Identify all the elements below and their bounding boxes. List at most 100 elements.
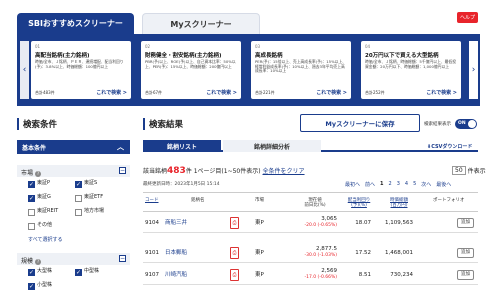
checkbox-size-mid[interactable]: ✓ 中型株 [75, 269, 99, 276]
cell-code: 9101 [145, 250, 159, 256]
checkbox-market-reit[interactable]: 東証REIT [28, 209, 58, 216]
page-5[interactable]: 5 [413, 181, 416, 188]
chevron-up-icon: ︿ [117, 143, 124, 151]
hits-prefix: 該当銘柄 [143, 168, 168, 175]
page-next[interactable]: 次へ [421, 181, 431, 188]
toggle-knob [468, 120, 476, 128]
page-first[interactable]: 最初へ [345, 181, 360, 188]
save-to-my-screener-button[interactable]: Myスクリーナーに保存 [300, 114, 420, 132]
help-icon[interactable]: ? [35, 259, 42, 265]
result-display-toggle[interactable]: ON [455, 119, 477, 129]
toggle-state: ON [458, 121, 466, 126]
card-count: 合計67件 [145, 90, 163, 95]
card-title: 高配当銘柄(主力銘柄) [35, 53, 90, 59]
card-title: 20万円以下で買える大型銘柄 [365, 53, 439, 59]
tab-stock-analysis[interactable]: 銘柄詳細分析 [223, 140, 321, 152]
checkbox-market-local[interactable]: 地方市場 [75, 209, 104, 216]
checkbox-market-prime[interactable]: ✓ 東証P [28, 181, 50, 188]
select-all-link[interactable]: すべて選択する [28, 236, 62, 243]
checkbox-box[interactable]: ✓ [28, 181, 35, 188]
pdf-icon[interactable]: ⎙ [230, 269, 239, 281]
checkbox-box[interactable]: ✓ [75, 269, 82, 276]
checkbox-size-small[interactable]: ✓ 小型株 [28, 283, 52, 290]
search-conditions-heading: 検索条件 [17, 118, 57, 130]
tab-stock-list[interactable]: 銘柄リスト [143, 140, 221, 152]
cell-market-cap: 1,109,563 [385, 220, 413, 226]
col-portfolio: ポートフォリオ [433, 198, 465, 203]
collapse-icon[interactable]: − [119, 255, 126, 262]
per-page-suffix: 件表示 [467, 168, 486, 175]
preset-card[interactable]: 03 高成長銘柄 PER(予)：15倍以上、売上高成長率(予)：15%以上、経常… [251, 41, 351, 99]
top-bar: SBIおすすめスクリーナー Myスクリーナー ヘルプ [0, 0, 501, 36]
cell-name[interactable]: 川崎汽船 [165, 272, 187, 278]
cell-price: 3,065 [321, 216, 337, 222]
per-page-select[interactable]: 50 件表示 [452, 166, 486, 175]
cell-market-cap: 1,468,001 [385, 250, 413, 256]
tab-my-screener[interactable]: Myスクリーナー [142, 13, 260, 34]
page-4[interactable]: 4 [405, 181, 408, 188]
per-page-value[interactable]: 50 [452, 166, 466, 175]
cell-name[interactable]: 日本郵船 [165, 250, 187, 256]
card-number: 02 [145, 44, 151, 49]
pdf-icon[interactable]: ⎙ [230, 217, 239, 229]
checkbox-box[interactable] [28, 209, 35, 216]
col-market-cap[interactable]: 時価総額 (百万円) [381, 198, 417, 208]
help-button[interactable]: ヘルプ [457, 12, 478, 23]
carousel-prev-icon[interactable]: ‹ [20, 41, 29, 99]
checkbox-label: 東証S [84, 180, 98, 186]
checkbox-market-growth[interactable]: ✓ 東証G [28, 195, 51, 202]
clear-all-link[interactable]: 全条件をクリア [263, 168, 305, 175]
card-count: 合計252件 [365, 90, 385, 95]
cell-yield: 18.07 [355, 220, 371, 226]
preset-card[interactable]: 04 20万円以下で買える大型銘柄 時価/全市、Ｊ銘柄、時価総額：5千億円以上、… [361, 41, 461, 99]
table-row: 9107 川崎汽船 ⎙ 東P 2,569 -17.0 (-0.66%) 8.51… [143, 265, 478, 285]
page-3[interactable]: 3 [397, 181, 400, 188]
result-display-label: 検索結果表示 [424, 122, 451, 127]
add-portfolio-button[interactable]: 追加 [457, 218, 474, 228]
hits-suffix: 件 1ページ目(1~50件表示) [185, 168, 261, 175]
cell-change: -30.0 (-1.03%) [304, 253, 337, 258]
card-search-link[interactable]: これで検索 > [96, 89, 127, 96]
col-code[interactable]: コード [145, 198, 159, 203]
hit-count: 該当銘柄483件 1ページ目(1~50件表示) 全条件をクリア [143, 166, 305, 176]
checkbox-box[interactable]: ✓ [28, 195, 35, 202]
add-portfolio-button[interactable]: 追加 [457, 270, 474, 280]
cell-code: 9104 [145, 220, 159, 226]
page-1[interactable]: 1 [380, 181, 383, 188]
card-search-link[interactable]: これで検索 > [426, 89, 457, 96]
table-row: 9104 商船三井 ⎙ 東P 3,065 -20.0 (-0.65%) 18.0… [143, 213, 478, 233]
card-search-link[interactable]: これで検索 > [316, 89, 347, 96]
cell-market: 東P [255, 272, 264, 278]
checkbox-size-large[interactable]: ✓ 大型株 [28, 269, 52, 276]
page-last[interactable]: 最後へ [436, 181, 451, 188]
add-portfolio-button[interactable]: 追加 [457, 248, 474, 258]
cell-name[interactable]: 商船三井 [165, 220, 187, 226]
tab-sbi-screener[interactable]: SBIおすすめスクリーナー [17, 13, 134, 34]
checkbox-market-standard[interactable]: ✓ 東証S [75, 181, 97, 188]
cell-market-cap: 730,234 [390, 272, 413, 278]
checkbox-market-etf[interactable]: 東証ETF [75, 195, 103, 202]
checkbox-market-other[interactable]: その他 [28, 223, 52, 230]
csv-download-link[interactable]: ⬇CSVダウンロード [427, 143, 472, 150]
card-title: 高成長銘柄 [255, 53, 283, 59]
card-search-link[interactable]: これで検索 > [206, 89, 237, 96]
checkbox-box[interactable] [75, 195, 82, 202]
col-price: 現在値 前日比(%) [304, 198, 326, 208]
checkbox-box[interactable]: ✓ [75, 181, 82, 188]
checkbox-label: 東証G [37, 194, 51, 200]
page-2[interactable]: 2 [389, 181, 392, 188]
basic-conditions-toggle[interactable]: 基本条件 ︿ [17, 140, 130, 154]
carousel-next-icon[interactable]: › [469, 41, 478, 99]
checkbox-box[interactable] [28, 223, 35, 230]
size-label: 規模 [21, 258, 34, 265]
col-yield[interactable]: 配当利回り (予)(%) [341, 198, 377, 208]
preset-card[interactable]: 01 高配当銘柄(主力銘柄) 時価/全市、Ｊ銘柄、ＰＥＲ、連続増配、配当利回り(… [31, 41, 131, 99]
checkbox-box[interactable] [75, 209, 82, 216]
help-icon[interactable]: ? [35, 171, 42, 177]
collapse-icon[interactable]: − [119, 167, 126, 174]
pdf-icon[interactable]: ⎙ [230, 247, 239, 259]
checkbox-box[interactable]: ✓ [28, 283, 35, 290]
page-prev[interactable]: 前へ [365, 181, 375, 188]
checkbox-box[interactable]: ✓ [28, 269, 35, 276]
preset-card[interactable]: 02 財務健全・割安銘柄(主力銘柄) PBR(予)以上、ROE(予)以上、自己資… [141, 41, 241, 99]
